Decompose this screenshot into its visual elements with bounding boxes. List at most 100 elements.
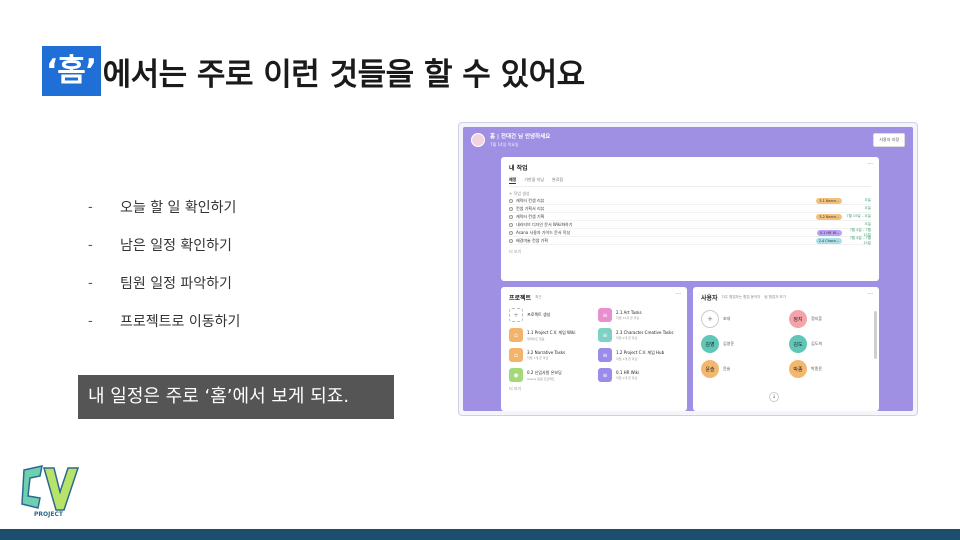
task-list: 캐릭터 컨셉 리뷰 3.1 Narra... 오늘 컨셉 기획서 리뷰 오늘 캐릭터 컨셉… [509, 197, 871, 245]
scrollbar[interactable] [874, 311, 877, 359]
list-icon: ≡ [598, 368, 612, 382]
tab-overdue[interactable]: 기한을 지남 [524, 177, 544, 184]
project-item[interactable]: ≡ 1.2 Project C.V. 게임 Hub 작업 2개 곧 마감 [598, 348, 679, 362]
task-name: 캐릭터 컨셉 리뷰 [516, 197, 545, 203]
task-row[interactable]: 컨셉 기획서 리뷰 오늘 [509, 205, 871, 213]
project-tag: 3.2 Narra... [816, 213, 842, 220]
app-screenshot: 홈 | 전대건 님 안녕하세요 7월 14일 목요일 사용자 지정 내 작업 ·… [458, 122, 918, 416]
customize-button[interactable]: 사용자 지정 [873, 133, 905, 147]
user-item[interactable]: + 초대 [701, 310, 783, 328]
user-item[interactable]: 김도 김도희 [789, 335, 871, 353]
task-name: 컨셉 기획서 리뷰 [516, 205, 545, 211]
title-highlight: ‘홈’ [42, 46, 101, 96]
task-row[interactable]: 내러티브 디자인 문서 Wiki화하기 오늘 [509, 221, 871, 229]
checkbox-icon[interactable] [509, 206, 513, 211]
task-row[interactable]: 배경미술 컨셉 기획 2.4 Chara... 7월 4일 – 7월 15일 [509, 235, 871, 245]
avatar[interactable] [471, 133, 485, 147]
project-item[interactable]: ≡ 2.3 Character Creative Tasks 작업 2개 곧 마감 [598, 328, 679, 342]
list-icon: ≡ [598, 328, 612, 342]
users-grid: + 초대 정지 정지훈김영 김영준 김도 김도희윤슬 윤슬 박종 박종윤 [701, 310, 871, 378]
users-filter[interactable]: 자주 협업하는 협업 동작자 [722, 295, 761, 300]
project-name: 2.1 Art Tasks [616, 310, 642, 315]
callout-box: 내 일정은 주로 ‘홈’에서 보게 되죠. [78, 375, 394, 419]
slide-title: ‘홈’ 에서는 주로 이런 것들을 할 수 있어요 [42, 46, 585, 96]
task-row[interactable]: 캐릭터 컨셉 기획 3.2 Narra... 7월 15일 – 오늘 [509, 213, 871, 221]
greeting-date: 7월 14일 목요일 [490, 142, 519, 147]
projects-title: 프로젝트 [509, 295, 532, 302]
user-avatar: 윤슬 [701, 360, 719, 378]
my-work-card: 내 작업 ··· 예정 기한을 지남 완료됨 + 작업 생성 캐릭터 컨셉 리뷰… [501, 157, 879, 281]
users-card: 사용자 자주 협업하는 협업 동작자 팀 협업자 보기 ··· + 초대 정지 정지훈… [693, 287, 879, 411]
project-name: 0.1 HR Wiki [616, 370, 640, 375]
project-item[interactable]: ⌂ 1.1 Project C.V. 게임 Wiki 업데이트 없음 [509, 328, 590, 342]
invite-plus-icon[interactable]: + [701, 310, 719, 328]
app-window: 홈 | 전대건 님 안녕하세요 7월 14일 목요일 사용자 지정 내 작업 ·… [463, 127, 913, 411]
bottom-bar [0, 529, 960, 540]
task-row[interactable]: Asana 사용자 가이드 문서 작성 0.1 HR W... 7월 4일 – 7월… [509, 228, 871, 237]
project-name: 3.2 Narrative Tasks [527, 350, 566, 355]
project-name: 1.1 Project C.V. 게임 Wiki [527, 329, 576, 335]
user-item[interactable]: 김영 김영준 [701, 335, 783, 353]
tab-completed[interactable]: 완료됨 [552, 177, 563, 184]
user-name: 윤슬 [723, 366, 731, 371]
project-item[interactable]: + 프로젝트 생성 [509, 308, 590, 322]
project-text: 0.2 신입사원 온보딩 Asana 팀원 프로젝트 [527, 370, 562, 381]
user-item[interactable]: 윤슬 윤슬 [701, 360, 783, 378]
task-name: 내러티브 디자인 문서 Wiki화하기 [516, 221, 573, 227]
task-name: Asana 사용자 가이드 문서 작성 [516, 229, 571, 235]
bullet-item: - 오늘 할 일 확인하기 [88, 199, 237, 217]
project-name: 1.2 Project C.V. 게임 Hub [616, 349, 665, 355]
user-avatar: 박종 [789, 360, 807, 378]
target-icon: ◉ [509, 368, 523, 382]
user-item[interactable]: 정지 정지훈 [789, 310, 871, 328]
project-name: 0.2 신입사원 온보딩 [527, 369, 562, 375]
task-row[interactable]: 캐릭터 컨셉 리뷰 3.1 Narra... 오늘 [509, 197, 871, 205]
greeting-title: 홈 | 전대건 님 안녕하세요 [490, 134, 551, 140]
project-meta: 작업 2개 곧 마감 [616, 336, 638, 340]
list-icon: ≡ [598, 348, 612, 362]
project-meta: 작업 1개 곧 마감 [527, 356, 549, 360]
logo-text: PROJECT [34, 511, 64, 518]
project-item[interactable]: ≡ 0.1 HR Wiki 작업 1개 곧 마감 [598, 368, 679, 382]
tab-upcoming[interactable]: 예정 [509, 177, 517, 184]
project-tag: 2.4 Chara... [815, 237, 842, 244]
project-meta: 업데이트 없음 [527, 336, 545, 341]
project-text: 1.2 Project C.V. 게임 Hub 작업 2개 곧 마감 [616, 350, 664, 361]
due-date: 7월 4일 – 7월 15일 [849, 235, 871, 245]
project-meta: 작업 14개 곧 마감 [616, 316, 640, 320]
home-icon: ⌂ [509, 328, 523, 342]
project-meta: Asana 팀원 프로젝트 [527, 376, 555, 381]
project-meta: 작업 1개 곧 마감 [616, 376, 638, 380]
project-name: 프로젝트 생성 [527, 312, 551, 317]
scroll-down-icon[interactable]: ↓ [769, 392, 779, 402]
checkbox-icon[interactable] [509, 198, 513, 203]
more-link[interactable]: 더 보기 [509, 249, 871, 255]
more-link[interactable]: 더 보기 [509, 386, 679, 392]
more-options-icon[interactable]: ··· [867, 161, 873, 168]
title-rest: 에서는 주로 이런 것들을 할 수 있어요 [102, 56, 586, 93]
people-link[interactable]: 팀 협업자 보기 [764, 295, 786, 300]
checkbox-icon[interactable] [509, 214, 513, 219]
due-date: 7월 15일 – 오늘 [846, 214, 871, 218]
bullet-item: - 프로젝트로 이동하기 [88, 313, 241, 331]
plus-icon: + [509, 308, 523, 322]
project-grid: + 프로젝트 생성 ≡ 2.1 Art Tasks 작업 14개 곧 마감 ⌂ 1.1 Pr… [509, 308, 679, 382]
projects-filter[interactable]: 최근 [535, 295, 541, 300]
bullet-item: - 남은 일정 확인하기 [88, 237, 232, 255]
user-item[interactable]: 박종 박종윤 [789, 360, 871, 378]
task-name: 캐릭터 컨셉 기획 [516, 213, 545, 219]
checkbox-icon[interactable] [509, 238, 513, 243]
project-item[interactable]: ≡ 2.1 Art Tasks 작업 14개 곧 마감 [598, 308, 679, 322]
more-options-icon[interactable]: ··· [867, 291, 873, 298]
project-name: 2.3 Character Creative Tasks [616, 330, 674, 335]
project-text: 3.2 Narrative Tasks 작업 1개 곧 마감 [527, 350, 565, 360]
project-item[interactable]: ⌂ 3.2 Narrative Tasks 작업 1개 곧 마감 [509, 348, 590, 362]
project-text: 1.1 Project C.V. 게임 Wiki 업데이트 없음 [527, 330, 575, 341]
more-options-icon[interactable]: ··· [675, 291, 681, 298]
home-icon: ⌂ [509, 348, 523, 362]
project-item[interactable]: ◉ 0.2 신입사원 온보딩 Asana 팀원 프로젝트 [509, 368, 590, 382]
user-avatar: 정지 [789, 310, 807, 328]
project-text: 0.1 HR Wiki 작업 1개 곧 마감 [616, 370, 639, 380]
checkbox-icon[interactable] [509, 230, 513, 235]
checkbox-icon[interactable] [509, 222, 513, 227]
